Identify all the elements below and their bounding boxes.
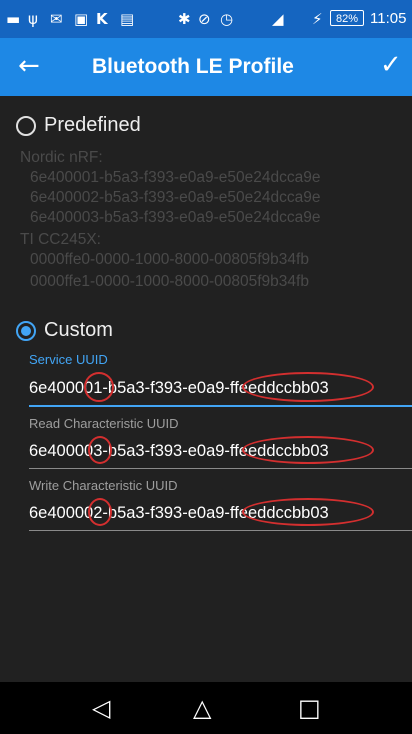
predefined-uuid: 6e400003-b5a3-f393-e0a9-e50e24dcca9e bbox=[30, 209, 321, 226]
custom-radio[interactable] bbox=[16, 320, 36, 341]
predefined-uuid: 0000ffe0-0000-1000-8000-00805f9b34fb bbox=[30, 251, 309, 268]
signal-icon: ◢ bbox=[272, 10, 284, 28]
service-uuid-label: Service UUID bbox=[29, 352, 108, 367]
home-icon[interactable]: △ bbox=[193, 694, 211, 722]
bbm-icon: ▤ bbox=[120, 10, 135, 28]
page-title: Bluetooth LE Profile bbox=[92, 55, 294, 78]
k-icon: K bbox=[96, 10, 108, 28]
custom-option[interactable]: Custom bbox=[16, 319, 113, 342]
write-uuid-label: Write Characteristic UUID bbox=[29, 478, 178, 493]
status-bar: ▬ ψ ✉ ▣ K ▤ ✱ ⊘ ◷ ◢ ⚡ 82% 11:05 bbox=[0, 0, 412, 38]
read-uuid-label: Read Characteristic UUID bbox=[29, 416, 179, 431]
image-icon: ▣ bbox=[74, 10, 89, 28]
bluetooth-icon: ✱ bbox=[178, 10, 191, 28]
predefined-uuid: 0000ffe1-0000-1000-8000-00805f9b34fb bbox=[30, 273, 309, 290]
predefined-radio[interactable] bbox=[16, 115, 36, 136]
app-bar: ← Bluetooth LE Profile ✓ bbox=[0, 38, 412, 96]
confirm-check-icon[interactable]: ✓ bbox=[380, 50, 402, 80]
service-uuid-value: 6e400001-b5a3-f393-e0a9-ffeeddccbb03 bbox=[29, 379, 329, 397]
service-uuid-field[interactable]: 6e400001-b5a3-f393-e0a9-ffeeddccbb03 bbox=[29, 372, 412, 407]
profile-form: Predefined Nordic nRF: 6e400001-b5a3-f39… bbox=[0, 96, 412, 682]
predefined-uuid: 6e400001-b5a3-f393-e0a9-e50e24dcca9e bbox=[30, 169, 321, 186]
recents-icon[interactable]: □ bbox=[298, 694, 321, 722]
back-arrow-icon[interactable]: ← bbox=[18, 51, 40, 81]
predefined-group-label: TI CC245X: bbox=[20, 231, 101, 248]
navigation-bar: ◁ △ □ bbox=[0, 682, 412, 734]
write-uuid-field[interactable]: 6e400002-b5a3-f393-e0a9-ffeeddccbb03 bbox=[29, 498, 412, 531]
custom-label: Custom bbox=[44, 319, 113, 341]
alarm-icon: ◷ bbox=[220, 10, 234, 28]
write-uuid-value: 6e400002-b5a3-f393-e0a9-ffeeddccbb03 bbox=[29, 504, 329, 522]
read-uuid-field[interactable]: 6e400003-b5a3-f393-e0a9-ffeeddccbb03 bbox=[29, 436, 412, 469]
back-icon[interactable]: ◁ bbox=[92, 694, 110, 722]
notification-icon: ▬ bbox=[6, 10, 21, 28]
predefined-uuid: 6e400002-b5a3-f393-e0a9-e50e24dcca9e bbox=[30, 189, 321, 206]
charging-icon: ⚡ bbox=[312, 10, 323, 28]
predefined-group-label: Nordic nRF: bbox=[20, 149, 103, 166]
clock: 11:05 bbox=[370, 10, 407, 27]
battery-indicator: 82% bbox=[330, 10, 364, 26]
predefined-option[interactable]: Predefined bbox=[16, 114, 141, 137]
sms-icon: ✉ bbox=[50, 10, 63, 28]
radio-dot bbox=[21, 325, 31, 336]
predefined-label: Predefined bbox=[44, 114, 141, 136]
usb-icon: ψ bbox=[28, 10, 38, 28]
block-icon: ⊘ bbox=[198, 10, 211, 28]
read-uuid-value: 6e400003-b5a3-f393-e0a9-ffeeddccbb03 bbox=[29, 442, 329, 460]
